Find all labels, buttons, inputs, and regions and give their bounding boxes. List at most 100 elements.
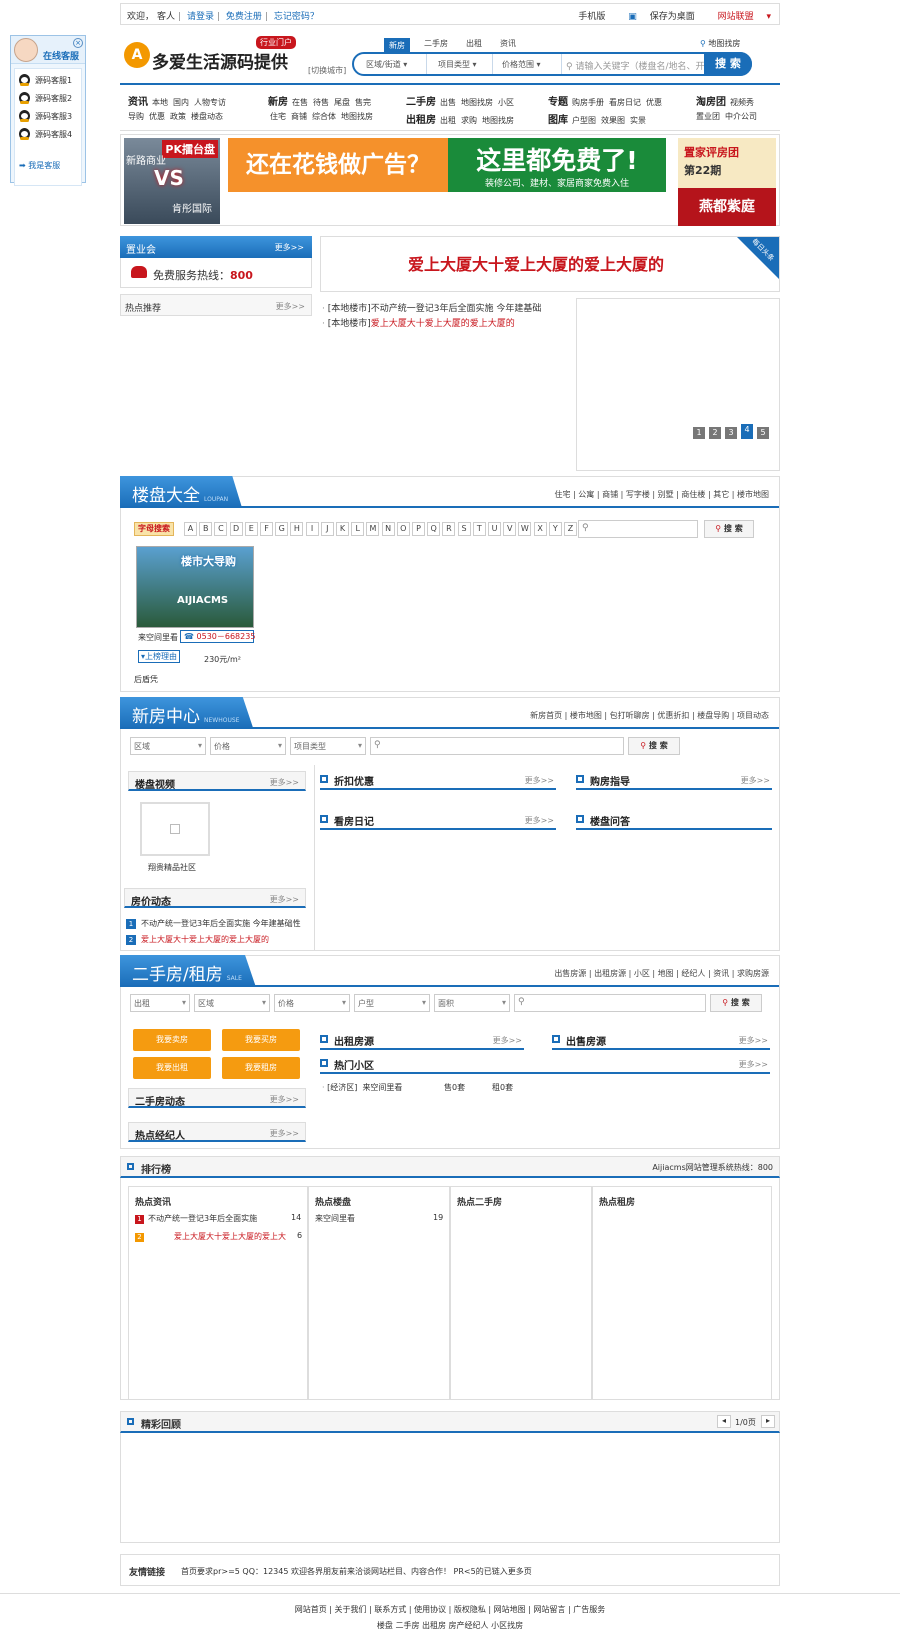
community-row[interactable]: · [经济区] 来空间里看	[322, 1082, 402, 1093]
mobile-link[interactable]: 手机版	[578, 12, 605, 22]
nav-topic[interactable]: 专题	[548, 97, 568, 108]
logo-text[interactable]: 多爱生活源码提供	[152, 48, 288, 73]
region-select[interactable]: 区域	[130, 737, 206, 755]
register-link[interactable]: 免费注册	[226, 12, 262, 22]
nav-item[interactable]: 楼盘动态	[191, 112, 223, 121]
save-desktop-link[interactable]: ▣ 保存为桌面	[618, 12, 694, 22]
project-type-select[interactable]: 项目类型	[290, 737, 366, 755]
nav-item[interactable]: 尾盘	[334, 98, 350, 107]
nav-item[interactable]: 本地	[152, 98, 168, 107]
search-region-select[interactable]: 区域/街道 ▾	[366, 59, 407, 70]
new-house-search-input[interactable]: ⚲	[370, 737, 624, 755]
nav-item[interactable]: 住宅	[270, 112, 286, 121]
switch-city-link[interactable]: [切换城市]	[308, 65, 346, 76]
nav-item[interactable]: 国内	[173, 98, 189, 107]
service-item[interactable]: 源码客服2	[19, 91, 79, 105]
ranking-reason-tag[interactable]: ▾上榜理由	[138, 650, 181, 663]
letter-h-button[interactable]: H	[290, 522, 304, 536]
news-item[interactable]: · [本地楼市]爱上大厦大十爱上大厦的爱上大厦的	[322, 316, 515, 329]
property-image[interactable]: 楼市大导购 AIJIACMS	[136, 546, 254, 628]
letter-j-button[interactable]: J	[320, 522, 334, 536]
more-link[interactable]: 更多>>	[275, 242, 304, 253]
new-house-links[interactable]: 新房首页 | 楼市地图 | 包打听聊房 | 优惠折扣 | 楼盘导购 | 项目动态	[530, 710, 769, 721]
search-type-select[interactable]: 项目类型 ▾	[438, 59, 477, 70]
review-group-banner[interactable]: 置家评房团 第22期 燕都紫庭	[678, 138, 776, 226]
nav-item[interactable]: 小区	[498, 98, 514, 107]
nav-item[interactable]: 置业团	[696, 112, 720, 121]
rent-type-select[interactable]: 出租	[130, 994, 190, 1012]
nav-item[interactable]: 综合体	[312, 112, 336, 121]
forgot-password-link[interactable]: 忘记密码？	[274, 12, 319, 22]
nav-item[interactable]: 导购	[128, 112, 144, 121]
letter-u-button[interactable]: U	[488, 522, 501, 536]
letter-k-button[interactable]: K	[336, 522, 349, 536]
close-icon[interactable]: ×	[73, 38, 83, 48]
nav-item[interactable]: 待售	[313, 98, 329, 107]
more-link[interactable]: 更多>>	[270, 1094, 299, 1105]
letter-m-button[interactable]: M	[366, 522, 380, 536]
price-select[interactable]: 价格	[274, 994, 350, 1012]
letter-r-button[interactable]: R	[442, 522, 456, 536]
login-link[interactable]: 请登录	[187, 12, 214, 22]
nav-item[interactable]: 户型图	[572, 116, 596, 125]
nav-gallery[interactable]: 图库	[548, 115, 568, 126]
letter-s-button[interactable]: S	[457, 522, 471, 536]
nav-item[interactable]: 效果图	[601, 116, 625, 125]
map-search-link[interactable]: ⚲ 地图找房	[700, 38, 740, 49]
letter-v-button[interactable]: V	[503, 522, 517, 536]
letter-e-button[interactable]: E	[244, 522, 258, 536]
more-link[interactable]: 更多>>	[270, 894, 299, 905]
nav-rent[interactable]: 出租房	[406, 115, 436, 126]
next-icon[interactable]: ▸	[761, 1415, 775, 1428]
letter-f-button[interactable]: F	[260, 522, 273, 536]
search-tab-rent[interactable]: 出租	[466, 38, 482, 49]
nav-item[interactable]: 优惠	[646, 98, 662, 107]
logo-icon[interactable]: A	[124, 42, 150, 68]
nav-news[interactable]: 资讯	[128, 97, 148, 108]
headline-box[interactable]: 爱上大厦大十爱上大厦的爱上大厦的 每日头条	[320, 236, 780, 292]
rank-item[interactable]: 来空间里看	[315, 1213, 355, 1224]
letter-d-button[interactable]: D	[229, 522, 243, 536]
nav-second[interactable]: 二手房	[406, 97, 436, 108]
more-link[interactable]: 更多>>	[493, 1035, 522, 1046]
nav-item[interactable]: 地图找房	[482, 116, 514, 125]
letter-p-button[interactable]: P	[412, 522, 425, 536]
news-item[interactable]: · [本地楼市]不动产统一登记3年后全面实施 今年建基础	[322, 301, 541, 314]
price-trend-item[interactable]: 1 不动产统一登记3年后全面实施 今年建基础性	[126, 918, 301, 929]
search-tab-new[interactable]: 新房	[384, 38, 410, 53]
nav-group[interactable]: 淘房团	[696, 97, 726, 108]
i-am-agent-link[interactable]: ➡ 我是客服	[19, 160, 60, 171]
prev-icon[interactable]: ◂	[717, 1415, 731, 1428]
nav-item[interactable]: 政策	[170, 112, 186, 121]
search-price-select[interactable]: 价格范围 ▾	[502, 59, 541, 70]
nav-item[interactable]: 人物专访	[194, 98, 226, 107]
let-house-button[interactable]: 我要出租	[133, 1057, 211, 1079]
letter-y-button[interactable]: Y	[548, 522, 562, 536]
letter-x-button[interactable]: X	[533, 522, 547, 536]
more-link[interactable]: 更多>>	[270, 777, 299, 788]
nav-item[interactable]: 优惠	[149, 112, 165, 121]
nav-item[interactable]: 视频秀	[730, 98, 754, 107]
rank-item[interactable]: 1 不动产统一登记3年后全面实施	[135, 1213, 257, 1224]
letter-g-button[interactable]: G	[275, 522, 289, 536]
service-item[interactable]: 源码客服3	[19, 109, 79, 123]
buy-house-button[interactable]: 我要买房	[222, 1029, 300, 1051]
letter-w-button[interactable]: W	[518, 522, 532, 536]
more-link[interactable]: 更多>>	[276, 301, 305, 312]
more-link[interactable]: 更多>>	[525, 815, 554, 826]
loupan-search-button[interactable]: ⚲ 搜 索	[704, 520, 754, 538]
letter-t-button[interactable]: T	[472, 522, 486, 536]
ad-banner-left[interactable]: 还在花钱做广告？	[228, 138, 448, 192]
area-select[interactable]: 面积	[434, 994, 510, 1012]
nav-item[interactable]: 求购	[461, 116, 477, 125]
letter-z-button[interactable]: Z	[564, 522, 577, 536]
loupan-search-input[interactable]: ⚲	[578, 520, 698, 538]
nav-item[interactable]: 中介公司	[725, 112, 757, 121]
letter-b-button[interactable]: B	[199, 522, 213, 536]
service-item[interactable]: 源码客服1	[19, 73, 79, 87]
more-link[interactable]: 更多>>	[270, 1128, 299, 1139]
nav-item[interactable]: 出租	[440, 116, 456, 125]
nav-item[interactable]: 在售	[292, 98, 308, 107]
nav-item[interactable]: 售完	[355, 98, 371, 107]
nav-item[interactable]: 出售	[440, 98, 456, 107]
